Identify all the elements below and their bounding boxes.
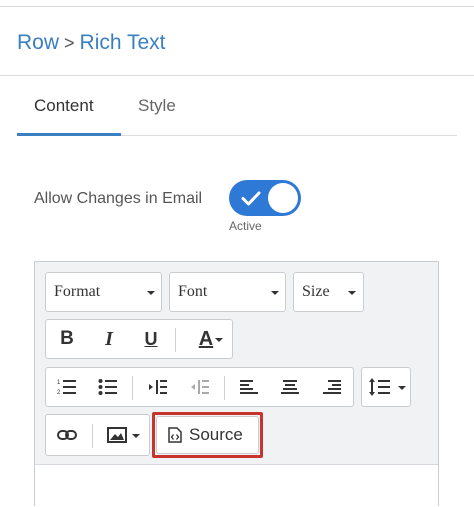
tab-style[interactable]: Style [138,96,176,116]
align-right-button[interactable] [317,368,347,406]
image-button[interactable] [100,415,146,455]
underline-icon: U [144,328,158,349]
align-right-icon [323,380,341,394]
chevron-down-icon [147,291,155,295]
indent-button[interactable] [143,368,173,406]
editor-content-area[interactable] [35,464,438,507]
align-left-icon [240,380,258,394]
toolbar-separator [175,328,176,352]
font-dropdown[interactable]: Font [169,272,286,312]
svg-text:2: 2 [57,390,61,396]
bullet-list-icon [98,379,117,395]
svg-text:1: 1 [57,380,61,386]
breadcrumb-current: Rich Text [79,31,166,54]
font-dropdown-label: Font [178,283,208,300]
italic-icon: I [105,327,113,350]
underline-button[interactable]: U [136,320,166,358]
top-divider [0,6,474,7]
paragraph-group: 1 2 [45,367,354,407]
chevron-down-icon [398,386,406,390]
chevron-down-icon [215,338,223,342]
numbered-list-icon: 1 2 [57,380,76,396]
text-color-button[interactable]: A [183,320,229,358]
tab-content[interactable]: Content [34,96,94,116]
toolbar-separator [224,376,225,400]
toggle-state-label: Active [229,219,262,233]
check-icon [241,191,261,206]
size-dropdown[interactable]: Size [293,272,364,312]
align-left-button[interactable] [234,368,264,406]
breadcrumb-parent[interactable]: Row [17,31,59,54]
active-tab-indicator [17,133,121,136]
link-button[interactable] [52,415,82,455]
outdent-icon [191,380,209,394]
chevron-down-icon [348,291,356,295]
chevron-down-icon [132,434,140,438]
italic-button[interactable]: I [94,320,124,358]
text-style-group: B I U A [45,319,233,359]
bullet-list-button[interactable] [93,368,123,406]
line-height-icon [369,378,390,396]
numbered-list-button[interactable]: 1 2 [52,368,82,406]
outdent-button[interactable] [185,368,215,406]
toggle-knob [268,183,298,213]
chevron-down-icon [271,291,279,295]
align-center-button[interactable] [275,368,305,406]
indent-icon [149,380,167,394]
allow-changes-toggle[interactable] [229,180,301,216]
allow-changes-label: Allow Changes in Email [34,190,203,207]
text-color-icon: A [198,327,214,350]
header-divider [0,75,474,76]
align-center-icon [281,380,299,394]
size-dropdown-label: Size [302,283,330,300]
line-height-dropdown[interactable] [361,367,411,407]
source-button-highlight [152,412,263,458]
link-icon [57,430,77,440]
breadcrumb-separator: > [64,33,75,53]
bold-icon: B [60,328,74,349]
bold-button[interactable]: B [52,320,82,358]
breadcrumb: Row > Rich Text [17,31,166,55]
image-icon [107,427,127,443]
format-dropdown-label: Format [54,283,101,300]
toolbar-separator [132,376,133,400]
toolbar-separator [92,424,93,448]
format-dropdown[interactable]: Format [45,272,162,312]
insert-group [45,414,150,456]
